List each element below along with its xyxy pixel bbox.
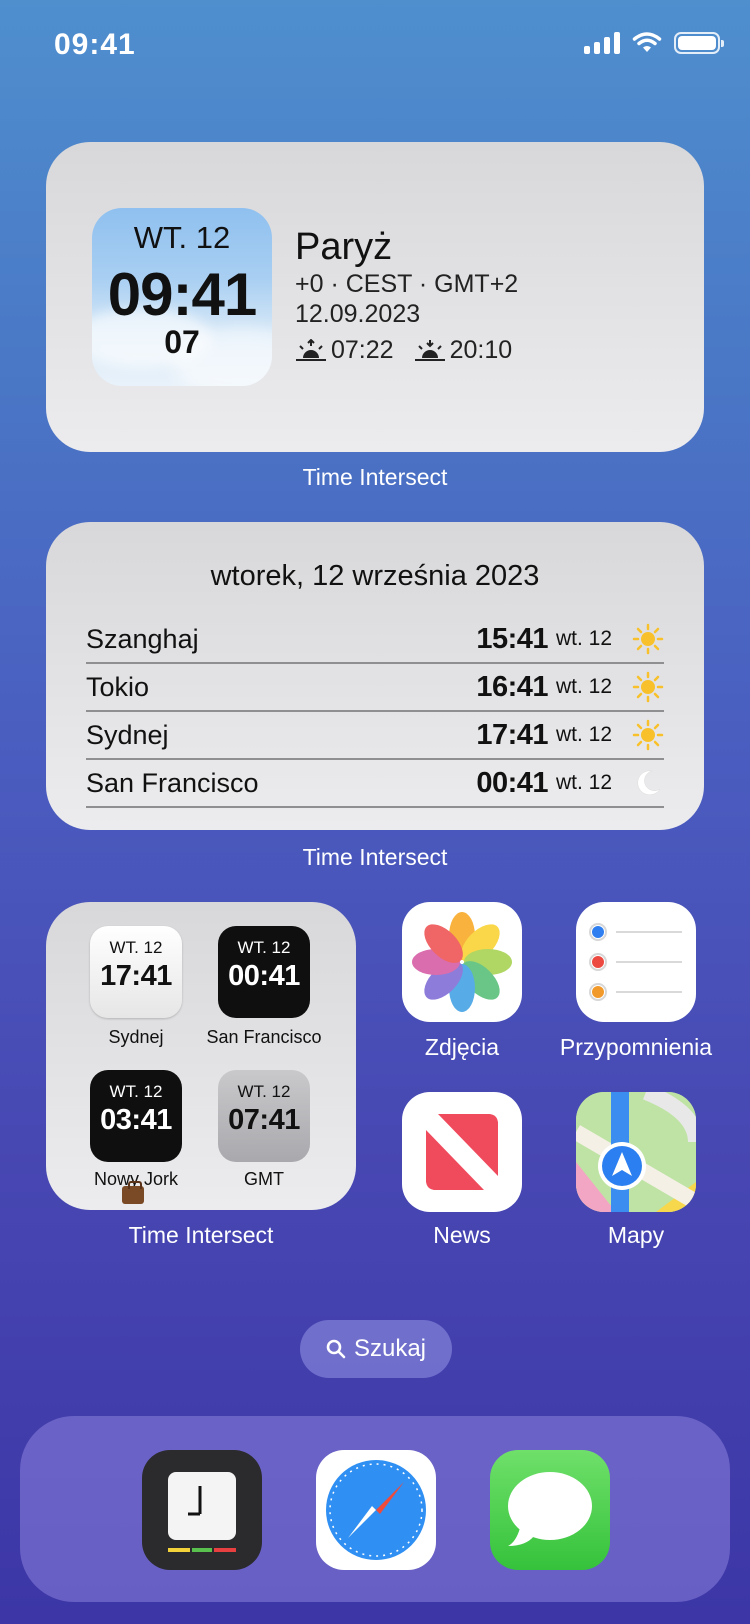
- maps-label: Mapy: [607, 1222, 665, 1248]
- row-time: 15:41: [476, 622, 548, 655]
- mini-label: Sydnej: [108, 1027, 164, 1047]
- status-time: 09:41: [54, 28, 136, 61]
- list-date-title: wtorek, 12 września 2023: [210, 560, 540, 592]
- status-bar: 09:41: [0, 0, 750, 90]
- mini-clock-sydney: WT. 12 17:41: [90, 926, 182, 1018]
- sun-icon: [632, 671, 664, 703]
- city-name: Paryż: [295, 226, 393, 268]
- mini-time: 03:41: [100, 1104, 172, 1136]
- search-label: Szukaj: [353, 1335, 427, 1362]
- mini-label: GMT: [244, 1169, 284, 1189]
- mini-day: WT. 12: [109, 1082, 163, 1101]
- row-day: wt. 12: [555, 723, 612, 746]
- news-app-icon[interactable]: [402, 1092, 522, 1212]
- mini-clock-san-francisco: WT. 12 00:41: [218, 926, 310, 1018]
- briefcase-icon: [122, 1181, 144, 1204]
- messages-app-icon[interactable]: [490, 1450, 610, 1570]
- mini-time: 07:41: [228, 1104, 300, 1136]
- safari-app-icon[interactable]: [316, 1450, 436, 1570]
- search-icon: [326, 1339, 346, 1359]
- tile-seconds: 07: [164, 324, 200, 360]
- reminders-label: Przypomnienia: [559, 1034, 713, 1060]
- maps-icon: [576, 1092, 696, 1212]
- list-row: Sydnej 17:41 wt. 12: [86, 712, 664, 760]
- news-icon: [426, 1114, 498, 1190]
- photos-label: Zdjęcia: [424, 1034, 500, 1060]
- mini-day: WT. 12: [109, 938, 163, 957]
- list-row: Tokio 16:41 wt. 12: [86, 664, 664, 712]
- mini-time: 00:41: [228, 960, 300, 992]
- clock-icon: [168, 1472, 236, 1552]
- mini-day: WT. 12: [237, 1082, 291, 1101]
- tile-day: WT. 12: [133, 220, 231, 255]
- sunset-icon: [414, 339, 445, 361]
- photos-app-icon[interactable]: [402, 902, 522, 1022]
- sun-times: 07:22 20:10: [295, 336, 512, 365]
- row-time: 00:41: [476, 766, 548, 799]
- timezone-info: +0 · CEST · GMT+2: [295, 270, 519, 298]
- paris-time-widget[interactable]: WT. 12 09:41 07 Paryż +0 · CEST · GMT+2 …: [46, 142, 704, 452]
- battery-icon: [674, 32, 724, 54]
- row-day: wt. 12: [555, 627, 612, 650]
- mini-time: 17:41: [100, 960, 172, 992]
- sunset-time: 20:10: [449, 336, 513, 364]
- messages-icon: [508, 1472, 592, 1546]
- tile-time: 09:41: [107, 261, 257, 328]
- dock: [20, 1416, 730, 1602]
- news-label: News: [433, 1222, 491, 1248]
- search-button[interactable]: Szukaj: [300, 1320, 452, 1378]
- cellular-signal-icon: [584, 32, 620, 54]
- list-row: San Francisco 00:41 wt. 12: [86, 760, 664, 808]
- row-time: 16:41: [476, 670, 548, 703]
- photos-icon: [412, 912, 512, 1012]
- world-clock-list-widget[interactable]: wtorek, 12 września 2023 Szanghaj 15:41 …: [46, 522, 704, 830]
- safari-icon: [326, 1460, 426, 1560]
- widget-caption: Time Intersect: [302, 844, 448, 870]
- city-list: Szanghaj 15:41 wt. 12 Tokio 16:41 wt. 12: [86, 616, 664, 808]
- wifi-icon: [632, 32, 662, 52]
- sun-icon: [632, 719, 664, 751]
- reminders-app-icon[interactable]: [576, 902, 696, 1022]
- sunrise-time: 07:22: [331, 336, 394, 364]
- mini-day: WT. 12: [237, 938, 291, 957]
- list-row: Szanghaj 15:41 wt. 12: [86, 616, 664, 664]
- mini-label: San Francisco: [206, 1027, 322, 1047]
- mini-clock-gmt: WT. 12 07:41: [218, 1070, 310, 1162]
- row-day: wt. 12: [555, 675, 612, 698]
- sun-icon: [632, 623, 664, 655]
- moon-icon: [637, 770, 661, 795]
- widget-caption: Time Intersect: [302, 464, 448, 490]
- clock-app-icon[interactable]: [142, 1450, 262, 1570]
- clock-tile: WT. 12 09:41 07: [92, 208, 272, 386]
- world-clock-grid-widget[interactable]: WT. 12 17:41 Sydnej WT. 12 00:41 San Fra…: [46, 902, 356, 1210]
- status-icons: [584, 32, 724, 54]
- mini-clock-new-york: WT. 12 03:41: [90, 1070, 182, 1162]
- date-text: 12.09.2023: [295, 300, 421, 328]
- reminders-icon: [589, 923, 682, 1001]
- sunrise-icon: [296, 338, 326, 361]
- row-day: wt. 12: [555, 771, 612, 794]
- maps-app-icon[interactable]: [576, 1092, 696, 1212]
- row-time: 17:41: [476, 718, 548, 751]
- widget-caption: Time Intersect: [128, 1222, 274, 1248]
